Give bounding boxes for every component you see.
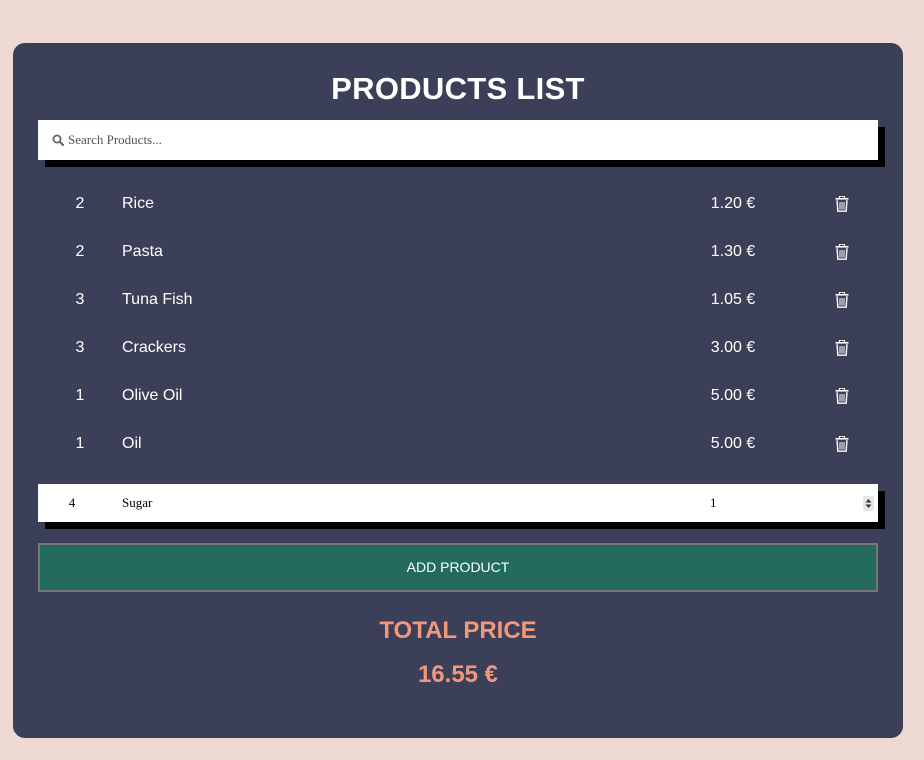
search-icon — [52, 134, 64, 146]
product-name: Pasta — [122, 243, 163, 260]
product-qty: 1 — [75, 435, 85, 452]
product-name: Rice — [122, 195, 155, 212]
product-qty: 2 — [75, 243, 85, 260]
add-product-button[interactable]: ADD PRODUCT — [38, 543, 878, 592]
product-name: Crackers — [122, 339, 187, 356]
product-price: 5.00 € — [710, 387, 756, 404]
products-card: PRODUCTS LIST 2 Rice 1.20 € 2 Pasta 1.30 — [13, 43, 903, 738]
search-bar[interactable] — [38, 120, 878, 160]
list-item: 3 Crackers 3.00 € — [38, 324, 878, 372]
product-name: Tuna Fish — [122, 291, 193, 308]
product-qty: 1 — [75, 387, 85, 404]
product-name: Oil — [122, 435, 142, 452]
trash-icon[interactable] — [835, 292, 849, 308]
list-item: 2 Pasta 1.30 € — [38, 228, 878, 276]
page-title: PRODUCTS LIST — [331, 71, 585, 106]
product-price: 1.30 € — [710, 243, 756, 260]
product-price: 5.00 € — [710, 435, 756, 452]
product-qty: 2 — [75, 195, 85, 212]
trash-icon[interactable] — [835, 244, 849, 260]
stepper-arrows-icon — [865, 499, 872, 508]
total-price-value: 16.55 € — [417, 661, 499, 688]
list-item: 1 Oil 5.00 € — [38, 420, 878, 468]
product-list: 2 Rice 1.20 € 2 Pasta 1.30 € 3 Tuna Fish… — [38, 180, 878, 468]
product-qty: 3 — [75, 291, 85, 308]
trash-icon[interactable] — [835, 436, 849, 452]
quantity-input[interactable] — [38, 484, 106, 522]
product-price: 3.00 € — [710, 339, 756, 356]
product-price: 1.05 € — [710, 291, 756, 308]
add-product-form — [38, 484, 878, 522]
list-item: 3 Tuna Fish 1.05 € — [38, 276, 878, 324]
product-price: 1.20 € — [710, 195, 756, 212]
trash-icon[interactable] — [835, 196, 849, 212]
trash-icon[interactable] — [835, 388, 849, 404]
product-qty: 3 — [75, 339, 85, 356]
price-stepper[interactable] — [863, 496, 874, 511]
search-input[interactable] — [68, 120, 868, 160]
product-name: Olive Oil — [122, 387, 183, 404]
list-item: 2 Rice 1.20 € — [38, 180, 878, 228]
total-price-label: TOTAL PRICE — [379, 617, 537, 644]
trash-icon[interactable] — [835, 340, 849, 356]
price-input[interactable] — [710, 484, 850, 522]
product-name-input[interactable] — [122, 484, 622, 522]
list-item: 1 Olive Oil 5.00 € — [38, 372, 878, 420]
